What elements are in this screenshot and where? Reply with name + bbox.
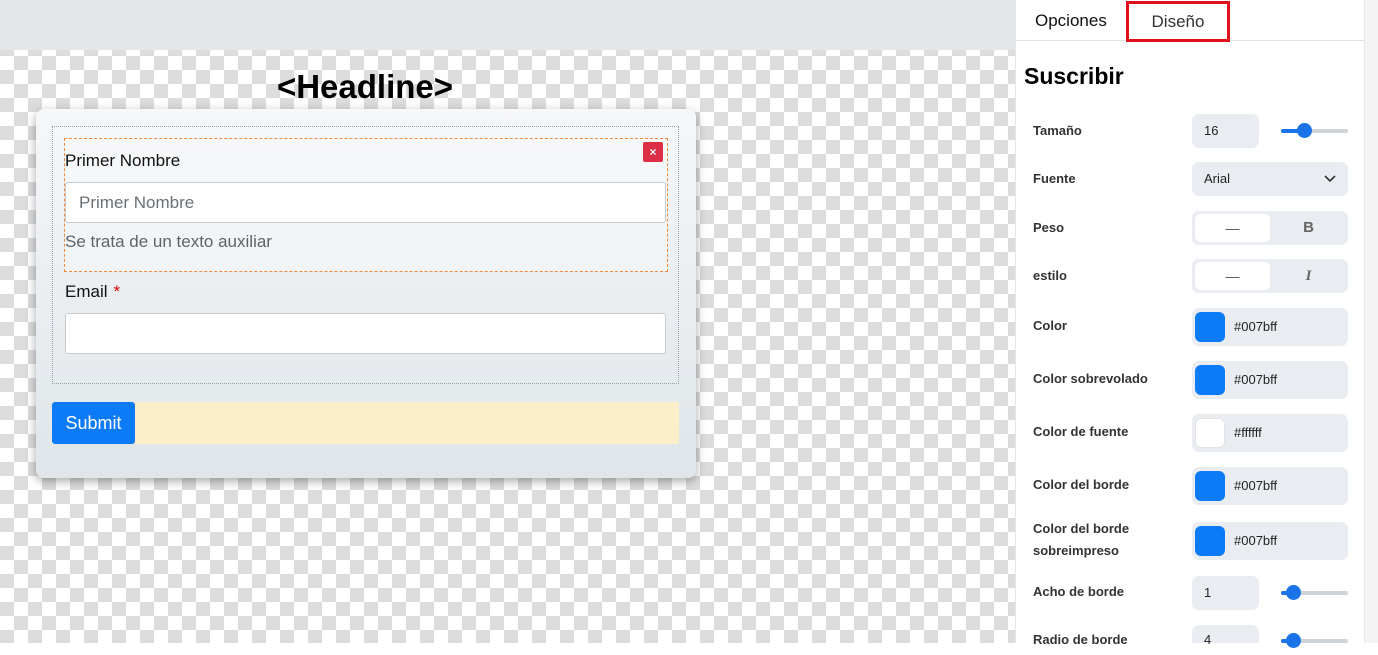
field-first-name[interactable]: Primer Nombre × Primer Nombre Se trata d… [64, 138, 668, 272]
email-input[interactable] [65, 313, 666, 354]
border-radius-label: Radio de borde [1033, 632, 1128, 647]
border-color-label: Color del borde [1033, 477, 1130, 492]
font-color-value: #ffffff [1234, 425, 1262, 440]
first-name-input[interactable]: Primer Nombre [65, 182, 666, 223]
font-color-label: Color de fuente [1033, 424, 1129, 439]
panel-tabs: Opciones Diseño [1016, 0, 1365, 42]
weight-toggle: — B [1192, 211, 1348, 245]
fields-container: Primer Nombre × Primer Nombre Se trata d… [52, 126, 679, 384]
border-hover-color-value: #007bff [1234, 533, 1278, 548]
required-mark: * [113, 282, 121, 301]
font-select-value: Arial [1204, 171, 1231, 186]
border-width-input[interactable]: 1 [1192, 576, 1259, 610]
style-toggle: — I [1192, 259, 1348, 293]
first-name-label: Primer Nombre [65, 151, 181, 170]
size-slider[interactable] [1281, 123, 1348, 138]
font-select[interactable]: Arial [1192, 162, 1348, 196]
border-hover-color-picker[interactable]: #007bff [1192, 522, 1348, 560]
canvas-toolbar [0, 0, 1015, 50]
color-swatch[interactable] [1195, 312, 1225, 342]
chevron-down-icon [1324, 162, 1336, 209]
color-label: Color [1033, 318, 1067, 333]
tab-diseno[interactable]: Diseño [1126, 1, 1230, 42]
color-value: #007bff [1234, 319, 1278, 334]
border-width-slider-thumb[interactable] [1286, 585, 1301, 600]
headline-text[interactable]: <Headline> [230, 68, 500, 106]
border-hover-color-label-1: Color del borde [1033, 521, 1130, 536]
design-panel: Opciones Diseño Suscribir Tamaño 16 Fuen… [1015, 0, 1365, 648]
border-radius-input[interactable]: 4 [1192, 625, 1259, 647]
size-label: Tamaño [1033, 123, 1082, 138]
font-color-swatch[interactable] [1195, 418, 1225, 448]
border-width-slider[interactable] [1281, 585, 1348, 600]
border-radius-slider-thumb[interactable] [1286, 633, 1301, 648]
border-hover-color-swatch[interactable] [1195, 526, 1225, 556]
close-icon[interactable]: × [643, 142, 663, 162]
editor-canvas: <Headline> Primer Nombre × Primer Nombre… [0, 0, 1015, 643]
hover-color-label: Color sobrevolado [1033, 371, 1148, 386]
submit-button[interactable]: Submit [52, 402, 135, 444]
email-label: Email * [65, 282, 120, 302]
border-color-picker[interactable]: #007bff [1192, 467, 1348, 505]
subscribe-form[interactable]: Primer Nombre × Primer Nombre Se trata d… [36, 109, 696, 478]
border-color-swatch[interactable] [1195, 471, 1225, 501]
color-picker[interactable]: #007bff [1192, 308, 1348, 346]
border-width-label: Acho de borde [1033, 584, 1125, 599]
panel-scrollbar[interactable] [1364, 0, 1378, 643]
hover-color-value: #007bff [1234, 372, 1278, 387]
border-hover-color-label-2: sobreimpreso [1033, 543, 1119, 558]
weight-label: Peso [1033, 220, 1065, 235]
style-label: estilo [1033, 268, 1067, 283]
size-slider-thumb[interactable] [1297, 123, 1312, 138]
tab-opciones[interactable]: Opciones [1035, 0, 1107, 41]
bold-icon[interactable]: B [1272, 214, 1345, 242]
italic-icon[interactable]: I [1272, 262, 1345, 290]
border-color-value: #007bff [1234, 478, 1278, 493]
first-name-help-text: Se trata de un texto auxiliar [65, 232, 272, 251]
email-label-text: Email [65, 282, 108, 301]
weight-normal-option[interactable]: — [1195, 214, 1270, 242]
border-radius-slider[interactable] [1281, 633, 1348, 648]
hover-color-picker[interactable]: #007bff [1192, 361, 1348, 399]
hover-color-swatch[interactable] [1195, 365, 1225, 395]
font-label: Fuente [1033, 171, 1076, 186]
size-input[interactable]: 16 [1192, 114, 1259, 148]
section-title: Suscribir [1024, 63, 1124, 89]
style-normal-option[interactable]: — [1195, 262, 1270, 290]
submit-row: Submit [52, 402, 679, 444]
font-color-picker[interactable]: #ffffff [1192, 414, 1348, 452]
